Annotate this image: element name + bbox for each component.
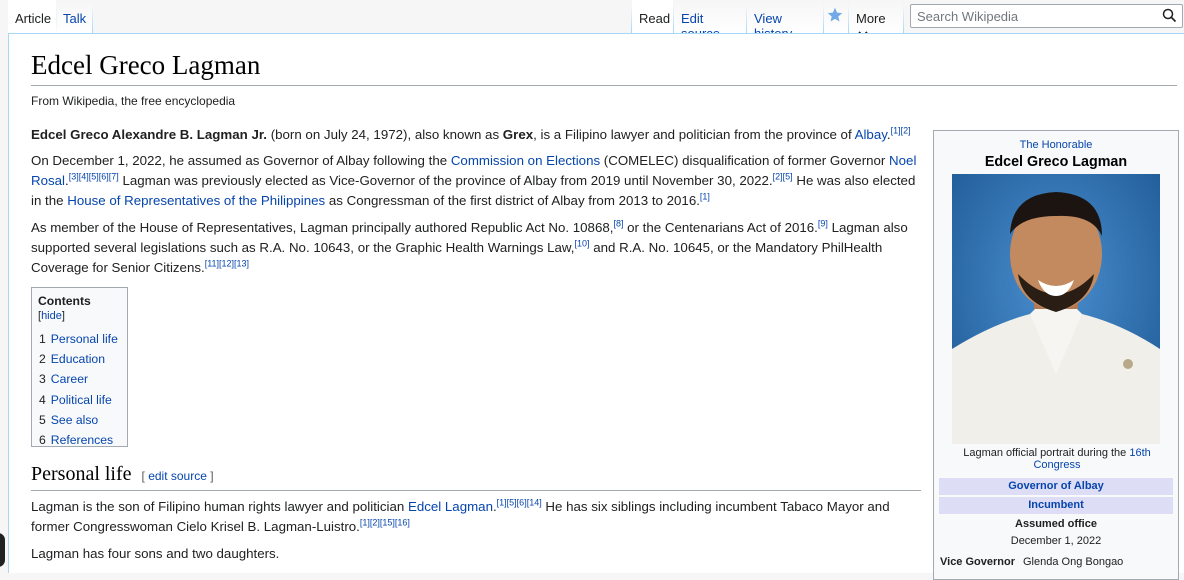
citation[interactable]: [8]	[613, 219, 623, 229]
toc-item[interactable]: 5 See also	[39, 410, 121, 430]
intro-paragraph-2: On December 1, 2022, he assumed as Gover…	[31, 151, 927, 211]
toc-item[interactable]: 2 Education	[39, 349, 121, 369]
tab-talk[interactable]: Talk	[56, 0, 92, 33]
intro-paragraph-1: Edcel Greco Alexandre B. Lagman Jr. (bor…	[31, 125, 927, 145]
text: (COMELEC) disqualification of former Gov…	[600, 153, 890, 168]
toc-number: 6	[39, 432, 46, 447]
text: or the Centenarians Act of 2016.	[623, 220, 818, 235]
text: (born on July 24, 1972), also known as	[267, 127, 503, 142]
toc-number: 2	[39, 352, 46, 367]
vice-governor-value: Glenda Ong Bongao	[1023, 556, 1124, 568]
section-divider	[31, 490, 921, 491]
text: , is a Filipino lawyer and politician fr…	[533, 127, 855, 142]
caption-text: Lagman official portrait during the	[963, 447, 1130, 459]
toc-link[interactable]: Career	[51, 372, 88, 386]
edge-handle	[0, 533, 5, 567]
toc-number: 3	[39, 372, 46, 387]
edit-section-link[interactable]: edit source	[148, 469, 207, 483]
toc-title: Contents	[38, 294, 91, 308]
page-title: Edcel Greco Lagman	[31, 50, 261, 80]
more-menu[interactable]: More	[849, 0, 903, 38]
infobox: The Honorable Edcel Greco Lagman Lagman …	[933, 130, 1179, 580]
link-comelec[interactable]: Commission on Elections	[451, 153, 600, 168]
citation[interactable]: [3][4][5][6][7]	[69, 172, 119, 182]
tab-read[interactable]: Read	[632, 0, 673, 33]
portrait-illustration	[952, 174, 1160, 444]
citation[interactable]: [10]	[575, 239, 590, 249]
tagline: From Wikipedia, the free encyclopedia	[31, 94, 236, 108]
content-area: Edcel Greco Lagman From Wikipedia, the f…	[8, 33, 1184, 580]
citation[interactable]: [1][5][6][14]	[497, 498, 542, 508]
tab-article[interactable]: Article	[8, 0, 56, 33]
vice-governor-label: Vice Governor	[940, 556, 1015, 568]
toc-link[interactable]: Personal life	[51, 332, 118, 346]
text: as Congressman of the first district of …	[325, 193, 700, 208]
text: On December 1, 2022, he assumed as Gover…	[31, 153, 451, 168]
toc-item[interactable]: 1 Personal life	[39, 329, 121, 349]
toc-number: 1	[39, 332, 46, 346]
toc-link[interactable]: See also	[51, 413, 98, 427]
toc-number: 5	[39, 412, 46, 427]
citation[interactable]: [2][5]	[773, 172, 793, 182]
watch-star-button[interactable]	[824, 0, 848, 33]
toc-item[interactable]: 6 References	[39, 430, 121, 450]
toc-list: 1 Personal life 2 Education 3 Career 4 Polit…	[38, 329, 121, 450]
toc-hide-link[interactable]: hide	[41, 310, 62, 322]
portrait-caption: Lagman official portrait during the 16th…	[942, 447, 1172, 471]
search-input[interactable]	[910, 4, 1183, 28]
personal-paragraph-2: Lagman has four sons and two daughters.	[31, 546, 280, 561]
toc-item[interactable]: 3 Career	[39, 369, 121, 389]
toc-link[interactable]: References	[51, 433, 113, 447]
link-governor-of-albay[interactable]: Governor of Albay	[1008, 480, 1104, 492]
personal-paragraph-1: Lagman is the son of Filipino human righ…	[31, 497, 921, 537]
text: As member of the House of Representative…	[31, 220, 614, 235]
portrait-image[interactable]	[952, 174, 1160, 444]
nickname: Grex	[502, 127, 534, 142]
tab-view-history[interactable]: View history	[747, 0, 823, 41]
assumed-office-label: Assumed office	[1015, 518, 1097, 530]
intro-paragraph-3: As member of the House of Representative…	[31, 218, 927, 278]
citation[interactable]: [11][12][13]	[205, 259, 249, 269]
table-of-contents: Contents [hide] 1 Personal life 2 Educatio…	[31, 287, 128, 447]
toc-item[interactable]: 4 Political life	[39, 390, 121, 410]
toc-link[interactable]: Education	[51, 352, 105, 366]
office-title-bar: Governor of Albay	[939, 478, 1173, 495]
tab-separator	[92, 6, 93, 33]
text: Lagman was previously elected as Vice-Go…	[118, 173, 773, 188]
citation[interactable]: [1][2][15][16]	[360, 518, 410, 528]
section-heading-personal-life: Personal life[ edit source ]	[31, 463, 214, 485]
subject-name: Edcel Greco Alexandre B. Lagman Jr.	[31, 127, 267, 142]
tab-edit-source[interactable]: Edit source	[674, 0, 746, 41]
infobox-honorific: The Honorable	[1019, 139, 1093, 151]
infobox-name: Edcel Greco Lagman	[984, 154, 1128, 170]
citation[interactable]: [9]	[818, 219, 828, 229]
assumed-office-date: December 1, 2022	[1010, 535, 1102, 547]
link-albay[interactable]: Albay	[855, 127, 887, 142]
search-icon[interactable]	[1162, 8, 1177, 23]
title-divider	[31, 85, 1177, 86]
text: Lagman is the son of Filipino human righ…	[31, 499, 408, 514]
citation[interactable]: [1][2]	[891, 126, 911, 136]
toc-number: 4	[39, 392, 46, 407]
citation[interactable]: [1]	[700, 192, 710, 202]
toc-link[interactable]: Political life	[51, 393, 112, 407]
incumbent-bar: Incumbent	[939, 497, 1173, 514]
watch-star-icon	[827, 7, 843, 22]
link-house-of-representatives[interactable]: House of Representatives of the Philippi…	[67, 193, 325, 208]
link-incumbent[interactable]: Incumbent	[1028, 499, 1084, 511]
tab-separator	[903, 6, 904, 33]
section-title: Personal life	[31, 463, 132, 485]
link-edcel-lagman[interactable]: Edcel Lagman	[408, 499, 493, 514]
vice-governor-row: Vice Governor Glenda Ong Bongao	[940, 556, 1123, 568]
